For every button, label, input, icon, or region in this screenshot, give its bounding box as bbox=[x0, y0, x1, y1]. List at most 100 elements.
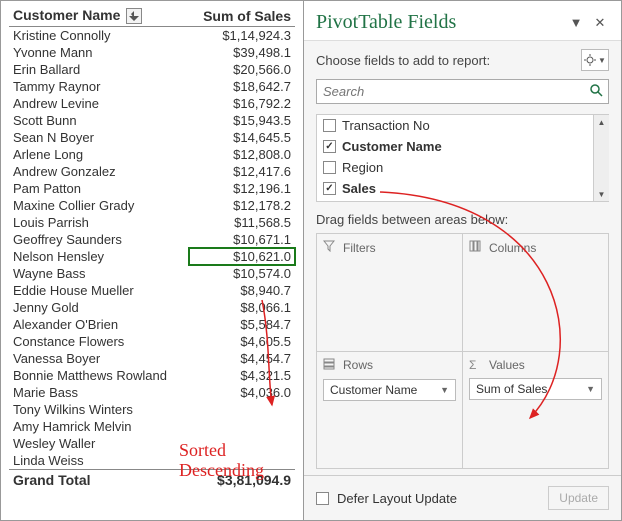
customer-name-cell[interactable]: Andrew Gonzalez bbox=[9, 163, 189, 180]
column-header-name[interactable]: Customer Name bbox=[9, 5, 189, 27]
close-icon[interactable]: ✕ bbox=[591, 14, 609, 32]
sales-value-cell[interactable]: $10,671.1 bbox=[189, 231, 295, 248]
values-pill[interactable]: Sum of Sales▼ bbox=[469, 378, 602, 400]
field-item[interactable]: Region bbox=[317, 157, 609, 178]
table-row: Yvonne Mann$39,498.1 bbox=[9, 44, 295, 61]
column-header-sales[interactable]: Sum of Sales bbox=[189, 5, 295, 27]
sales-value-cell[interactable] bbox=[189, 435, 295, 452]
sales-value-cell[interactable]: $8,940.7 bbox=[189, 282, 295, 299]
customer-name-cell[interactable]: Bonnie Matthews Rowland bbox=[9, 367, 189, 384]
table-row: Arlene Long$12,808.0 bbox=[9, 146, 295, 163]
sales-value-cell[interactable]: $39,498.1 bbox=[189, 44, 295, 61]
rows-area[interactable]: Rows Customer Name▼ bbox=[317, 352, 462, 469]
drag-fields-label: Drag fields between areas below: bbox=[304, 202, 621, 233]
table-row: Nelson Hensley$10,621.0 bbox=[9, 248, 295, 265]
choose-fields-label: Choose fields to add to report: bbox=[316, 53, 490, 68]
table-row: Scott Bunn$15,943.5 bbox=[9, 112, 295, 129]
customer-name-cell[interactable]: Marie Bass bbox=[9, 384, 189, 401]
filters-area[interactable]: Filters bbox=[317, 234, 462, 351]
rows-pill[interactable]: Customer Name▼ bbox=[323, 379, 456, 401]
field-item[interactable]: ✓ Customer Name bbox=[317, 136, 609, 157]
customer-name-cell[interactable]: Maxine Collier Grady bbox=[9, 197, 189, 214]
sales-value-cell[interactable]: $16,792.2 bbox=[189, 95, 295, 112]
field-checkbox[interactable]: ✓ bbox=[323, 140, 336, 153]
table-row: Sean N Boyer$14,645.5 bbox=[9, 129, 295, 146]
customer-name-cell[interactable]: Alexander O'Brien bbox=[9, 316, 189, 333]
customer-name-cell[interactable]: Tammy Raynor bbox=[9, 78, 189, 95]
sales-value-cell[interactable]: $15,943.5 bbox=[189, 112, 295, 129]
values-area[interactable]: ΣValues Sum of Sales▼ bbox=[463, 352, 608, 469]
scroll-up-icon[interactable]: ▲ bbox=[594, 115, 609, 129]
search-icon bbox=[589, 83, 603, 100]
customer-name-cell[interactable]: Linda Weiss bbox=[9, 452, 189, 470]
grand-total-row: Grand Total $3,81,094.9 bbox=[9, 470, 295, 490]
customer-name-cell[interactable]: Kristine Connolly bbox=[9, 27, 189, 45]
scrollbar[interactable]: ▲ ▼ bbox=[593, 115, 609, 201]
sales-value-cell[interactable]: $12,178.2 bbox=[189, 197, 295, 214]
customer-name-cell[interactable]: Erin Ballard bbox=[9, 61, 189, 78]
customer-name-cell[interactable]: Pam Patton bbox=[9, 180, 189, 197]
sales-value-cell[interactable]: $20,566.0 bbox=[189, 61, 295, 78]
sales-value-cell[interactable]: $1,14,924.3 bbox=[189, 27, 295, 45]
sales-value-cell[interactable]: $10,621.0 bbox=[189, 248, 295, 265]
defer-checkbox[interactable] bbox=[316, 492, 329, 505]
field-label: Customer Name bbox=[342, 139, 442, 154]
customer-name-cell[interactable]: Andrew Levine bbox=[9, 95, 189, 112]
sales-value-cell[interactable]: $4,321.5 bbox=[189, 367, 295, 384]
customer-name-cell[interactable]: Wayne Bass bbox=[9, 265, 189, 282]
sales-value-cell[interactable] bbox=[189, 401, 295, 418]
field-checkbox[interactable] bbox=[323, 119, 336, 132]
sales-value-cell[interactable] bbox=[189, 452, 295, 470]
sales-value-cell[interactable]: $10,574.0 bbox=[189, 265, 295, 282]
customer-name-cell[interactable]: Vanessa Boyer bbox=[9, 350, 189, 367]
customer-name-cell[interactable]: Sean N Boyer bbox=[9, 129, 189, 146]
sales-value-cell[interactable]: $14,645.5 bbox=[189, 129, 295, 146]
defer-label: Defer Layout Update bbox=[337, 491, 457, 506]
sales-value-cell[interactable]: $12,196.1 bbox=[189, 180, 295, 197]
sort-dropdown-icon[interactable] bbox=[126, 8, 142, 24]
table-row: Jenny Gold$8,066.1 bbox=[9, 299, 295, 316]
customer-name-cell[interactable]: Louis Parrish bbox=[9, 214, 189, 231]
field-checkbox[interactable]: ✓ bbox=[323, 182, 336, 195]
customer-name-cell[interactable]: Yvonne Mann bbox=[9, 44, 189, 61]
field-checkbox[interactable] bbox=[323, 161, 336, 174]
pivottable-fields-panel: PivotTable Fields ▼ ✕ Choose fields to a… bbox=[303, 1, 621, 520]
sales-value-cell[interactable]: $4,036.0 bbox=[189, 384, 295, 401]
field-list: Transaction No ✓ Customer Name Region✓Sales… bbox=[316, 114, 609, 202]
customer-name-cell[interactable]: Constance Flowers bbox=[9, 333, 189, 350]
table-row: Geoffrey Saunders$10,671.1 bbox=[9, 231, 295, 248]
sales-value-cell[interactable]: $12,808.0 bbox=[189, 146, 295, 163]
table-row: Wesley Waller bbox=[9, 435, 295, 452]
sales-value-cell[interactable]: $18,642.7 bbox=[189, 78, 295, 95]
sales-value-cell[interactable]: $8,066.1 bbox=[189, 299, 295, 316]
field-item[interactable]: ✓Sales bbox=[317, 178, 609, 199]
customer-name-cell[interactable]: Amy Hamrick Melvin bbox=[9, 418, 189, 435]
customer-name-cell[interactable]: Geoffrey Saunders bbox=[9, 231, 189, 248]
scroll-down-icon[interactable]: ▼ bbox=[594, 187, 609, 201]
table-row: Constance Flowers$4,605.5 bbox=[9, 333, 295, 350]
sales-value-cell[interactable]: $4,454.7 bbox=[189, 350, 295, 367]
columns-area[interactable]: Columns bbox=[463, 234, 608, 351]
customer-name-cell[interactable]: Scott Bunn bbox=[9, 112, 189, 129]
field-item[interactable]: Transaction No bbox=[317, 115, 609, 136]
panel-dropdown-icon[interactable]: ▼ bbox=[567, 14, 585, 32]
customer-name-cell[interactable]: Tony Wilkins Winters bbox=[9, 401, 189, 418]
customer-name-cell[interactable]: Arlene Long bbox=[9, 146, 189, 163]
customer-name-cell[interactable]: Wesley Waller bbox=[9, 435, 189, 452]
sales-value-cell[interactable] bbox=[189, 418, 295, 435]
customer-name-cell[interactable]: Nelson Hensley bbox=[9, 248, 189, 265]
sales-value-cell[interactable]: $12,417.6 bbox=[189, 163, 295, 180]
sales-value-cell[interactable]: $5,584.7 bbox=[189, 316, 295, 333]
update-button[interactable]: Update bbox=[548, 486, 609, 510]
sales-value-cell[interactable]: $4,605.5 bbox=[189, 333, 295, 350]
search-input[interactable] bbox=[316, 79, 609, 104]
customer-name-cell[interactable]: Eddie House Mueller bbox=[9, 282, 189, 299]
table-row: Andrew Levine$16,792.2 bbox=[9, 95, 295, 112]
table-row: Tammy Raynor$18,642.7 bbox=[9, 78, 295, 95]
table-row: Pam Patton$12,196.1 bbox=[9, 180, 295, 197]
table-row: Andrew Gonzalez$12,417.6 bbox=[9, 163, 295, 180]
sales-value-cell[interactable]: $11,568.5 bbox=[189, 214, 295, 231]
gear-icon[interactable]: ▼ bbox=[581, 49, 609, 71]
sigma-icon: Σ bbox=[469, 358, 483, 372]
customer-name-cell[interactable]: Jenny Gold bbox=[9, 299, 189, 316]
